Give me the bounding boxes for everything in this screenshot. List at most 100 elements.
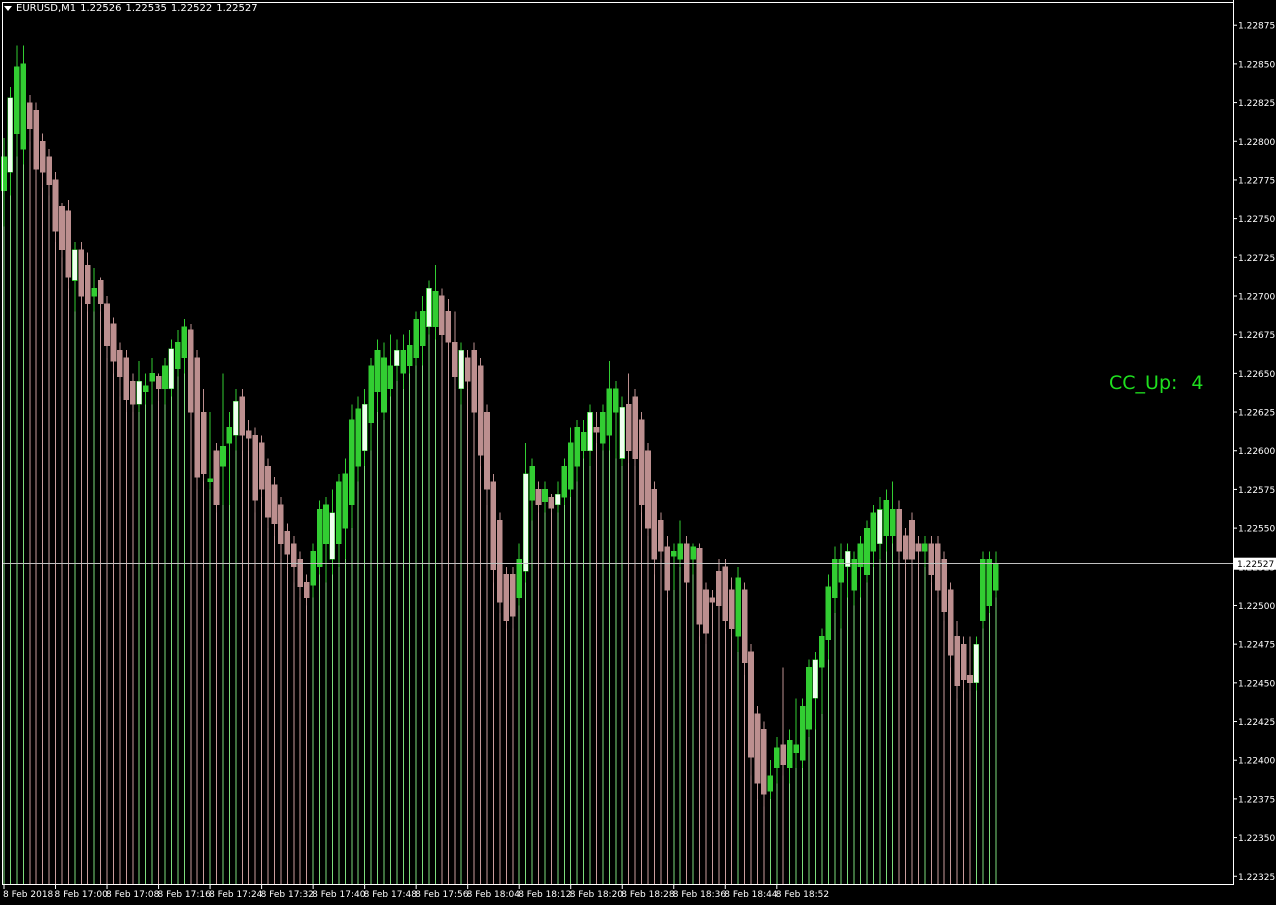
time-tick-label: 8 Feb 18:04 — [467, 890, 521, 900]
candle-body — [361, 404, 368, 452]
candle-body — [175, 342, 181, 370]
candle-body — [91, 287, 97, 297]
candle-body — [162, 365, 168, 390]
candle-body — [39, 140, 46, 173]
candle-body — [20, 63, 27, 150]
candle-body — [838, 558, 845, 583]
time-tick-label: 8 Feb 18:12 — [518, 890, 571, 900]
candle-body — [46, 156, 52, 185]
candle-body — [574, 427, 580, 467]
candle-body — [542, 489, 548, 503]
candle-body — [59, 205, 65, 250]
candle-body — [819, 636, 825, 668]
candle-body — [406, 345, 413, 366]
candle-body — [831, 558, 838, 599]
candle-body — [7, 97, 14, 173]
open-price: 1.22526 — [80, 3, 122, 14]
candle-body — [767, 775, 774, 792]
candle-body — [773, 747, 780, 769]
price-axis: 1.22875 1.22850 1.22825 1.22800 1.22775 1.227… — [1233, 22, 1276, 883]
candle-body — [194, 357, 200, 478]
candle-body — [509, 574, 516, 617]
candle-body — [889, 509, 896, 537]
chart-window[interactable]: 8 Feb 2018 8 Feb 17:00 8 Feb 17:08 8 Feb 17… — [0, 0, 1276, 905]
candle-body — [825, 586, 832, 640]
candle-body — [709, 597, 716, 603]
candle-body — [220, 445, 226, 467]
time-tick-label: 8 Feb 17:00 — [55, 890, 109, 900]
price-tick-label: 1.22575 — [1238, 486, 1275, 496]
candle-body — [986, 558, 993, 606]
candle-body — [883, 499, 890, 537]
candle-body — [432, 291, 439, 328]
candle-body — [799, 705, 806, 761]
candle-body — [394, 349, 400, 366]
price-tick-label: 1.22750 — [1238, 215, 1275, 225]
price-chart[interactable]: 8 Feb 2018 8 Feb 17:008 Feb 17:088 Feb 17… — [0, 0, 1276, 905]
candle-body — [104, 303, 110, 346]
current-price-label: 1.22527 — [1237, 560, 1274, 570]
candle-body — [612, 388, 619, 413]
close-price: 1.22527 — [216, 3, 258, 14]
time-tick-label: 8 Feb 2018 — [3, 890, 54, 900]
axes-layer — [2, 0, 1234, 885]
time-tick-label: 8 Feb 17:32 — [261, 890, 314, 900]
candle-body — [381, 357, 387, 413]
candle-body — [458, 349, 465, 390]
candle-body — [271, 484, 278, 524]
candle-body — [368, 365, 374, 424]
candle-body — [587, 411, 593, 452]
price-tick-label: 1.22375 — [1238, 795, 1275, 805]
candle-body — [928, 543, 935, 575]
candle-body — [348, 419, 355, 506]
candle-body — [451, 342, 458, 377]
candle-body — [741, 589, 748, 664]
price-tick-label: 1.22875 — [1238, 22, 1275, 32]
time-tick-label: 8 Feb 17:48 — [364, 890, 418, 900]
candle-body — [864, 527, 870, 575]
candle-body — [683, 543, 690, 583]
price-tick-label: 1.22850 — [1238, 60, 1275, 70]
candle-body — [439, 295, 445, 335]
candle-body — [207, 478, 213, 482]
price-tick-label: 1.22775 — [1238, 176, 1275, 186]
candle-body — [14, 66, 20, 134]
candle-body — [387, 365, 394, 390]
candle-body — [812, 659, 819, 699]
candle-body — [722, 566, 729, 622]
candle-body — [922, 543, 928, 552]
candle-body — [117, 349, 123, 377]
candle-body — [72, 249, 78, 281]
candle-body — [149, 373, 155, 382]
candle-body — [497, 520, 503, 603]
candle-body — [419, 311, 426, 346]
candle-body — [877, 509, 883, 544]
candle-body — [934, 543, 941, 591]
candle-body — [426, 287, 432, 328]
time-tick-label: 8 Feb 18:44 — [724, 890, 778, 900]
candle-body — [233, 400, 239, 436]
price-tick-label: 1.22325 — [1238, 873, 1275, 883]
candle-body — [535, 489, 542, 506]
time-tick-label: 8 Feb 17:16 — [158, 890, 212, 900]
chevron-down-icon[interactable] — [4, 6, 12, 11]
cc-up-value: 4 — [1191, 372, 1204, 394]
cc-up-indicator: CC_Up: 4 — [1109, 372, 1204, 394]
candle-body — [716, 571, 722, 606]
candle-body — [200, 411, 207, 475]
time-tick-label: 8 Feb 18:20 — [570, 890, 624, 900]
candle-body — [960, 643, 967, 681]
candle-body — [278, 504, 284, 544]
candle-body — [548, 496, 555, 509]
candle-body — [110, 323, 117, 362]
candle-body — [638, 419, 645, 506]
symbol-timeframe: EURUSD,M1 — [16, 3, 77, 14]
candle-body — [84, 264, 91, 305]
candle-body — [703, 589, 709, 634]
candle-body — [400, 349, 407, 374]
candle-body — [33, 110, 40, 170]
candle-body — [529, 465, 535, 501]
candle-body — [658, 520, 664, 552]
candle-body — [187, 329, 194, 413]
candle-body — [735, 577, 741, 637]
